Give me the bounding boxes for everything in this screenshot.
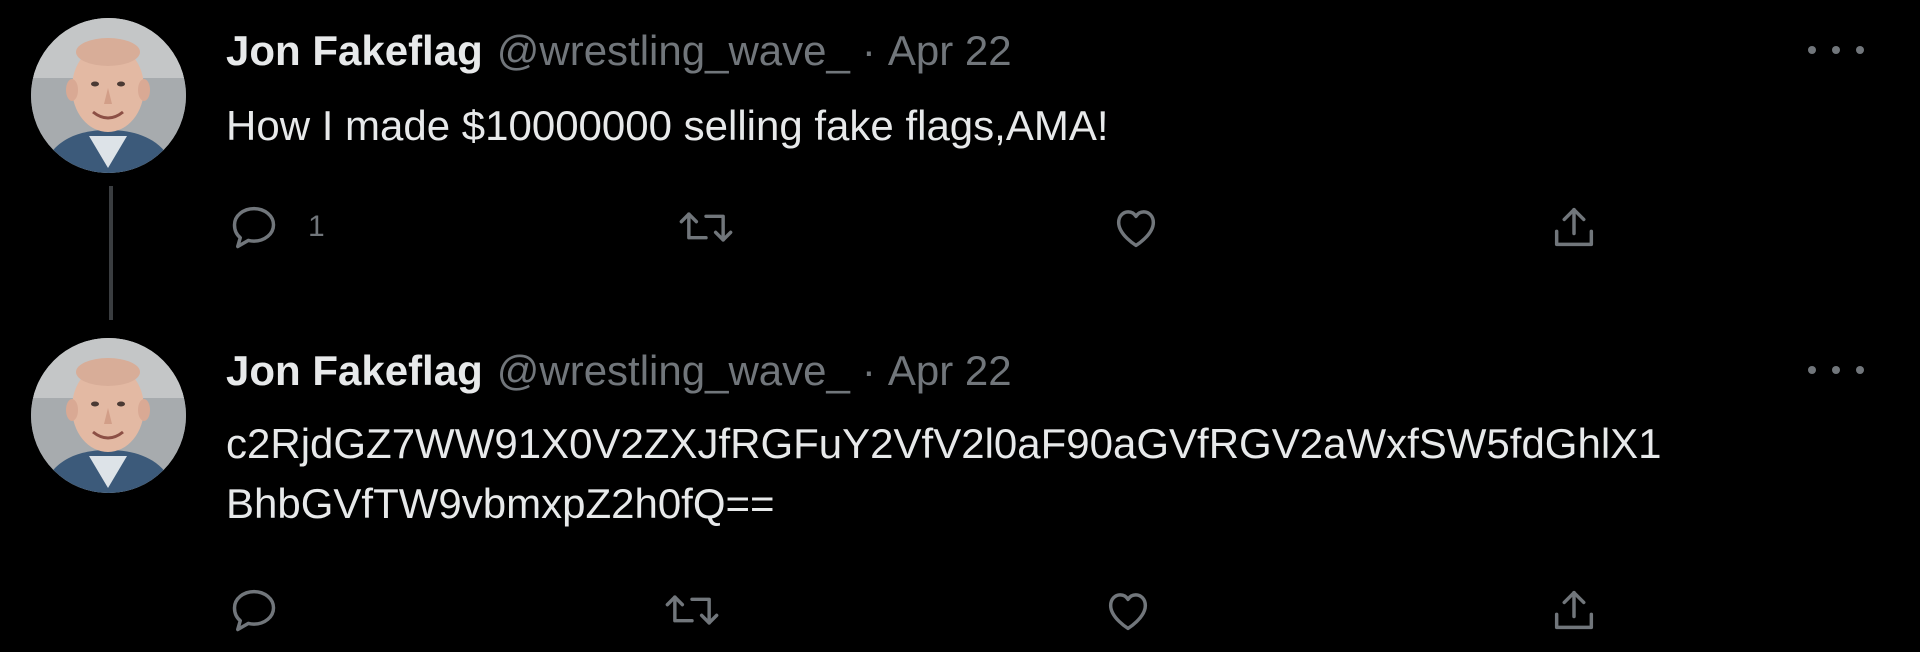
- tweet[interactable]: Jon Fakeflag @wrestling_wave_ · Apr 22 c…: [0, 320, 1920, 652]
- header-separator: ·: [861, 27, 876, 74]
- reply-button[interactable]: [228, 580, 308, 640]
- tweet-actions: [228, 580, 1648, 640]
- reply-button[interactable]: 1: [228, 197, 325, 257]
- author-handle[interactable]: @wrestling_wave_: [497, 344, 850, 398]
- more-dot: [1856, 46, 1864, 54]
- heart-icon: [1116, 210, 1156, 248]
- tweet-text: c2RjdGZ7WW91X0V2ZXJfRGFuY2VfV2l0aF90aGVf…: [226, 414, 1662, 534]
- tweet-text-line: How I made $10000000 selling fake flags,…: [226, 102, 1109, 149]
- tweet[interactable]: Jon Fakeflag @wrestling_wave_ · Apr 22 H…: [0, 0, 1920, 320]
- share-button[interactable]: [1548, 580, 1600, 640]
- avatar[interactable]: [31, 18, 186, 173]
- tweet-text: How I made $10000000 selling fake flags,…: [226, 96, 1109, 156]
- share-icon: [1554, 590, 1594, 630]
- avatar[interactable]: [31, 338, 186, 493]
- share-icon: [1554, 207, 1594, 247]
- author-handle[interactable]: @wrestling_wave_: [497, 24, 850, 78]
- retweet-icon: [665, 595, 719, 625]
- reply-icon: [232, 206, 276, 249]
- tweet-actions: 1: [228, 197, 1648, 257]
- author-name[interactable]: Jon Fakeflag: [226, 344, 483, 398]
- reply-count: 1: [308, 210, 325, 243]
- retweet-button[interactable]: [676, 197, 736, 257]
- more-dot: [1832, 366, 1840, 374]
- reply-icon: [232, 589, 276, 632]
- more-dot: [1808, 46, 1816, 54]
- more-dot: [1808, 366, 1816, 374]
- header-separator: ·: [861, 347, 876, 394]
- share-button[interactable]: [1548, 197, 1600, 257]
- tweet-text-line: c2RjdGZ7WW91X0V2ZXJfRGFuY2VfV2l0aF90aGVf…: [226, 420, 1662, 467]
- tweet-header: Jon Fakeflag @wrestling_wave_ · Apr 22: [226, 24, 1012, 78]
- like-button[interactable]: [1110, 197, 1162, 257]
- more-options-button[interactable]: [1808, 350, 1864, 390]
- more-dot: [1856, 366, 1864, 374]
- retweet-icon: [679, 212, 733, 242]
- avatar-photo: [31, 338, 186, 493]
- more-dot: [1832, 46, 1840, 54]
- tweet-text-line: BhbGVfTW9vbmxpZ2h0fQ==: [226, 480, 775, 527]
- heart-icon: [1108, 593, 1148, 631]
- retweet-button[interactable]: [662, 580, 722, 640]
- tweet-date[interactable]: Apr 22: [888, 24, 1012, 78]
- avatar-photo: [31, 18, 186, 173]
- tweet-header: Jon Fakeflag @wrestling_wave_ · Apr 22: [226, 344, 1012, 398]
- more-options-button[interactable]: [1808, 30, 1864, 70]
- like-button[interactable]: [1102, 580, 1154, 640]
- tweet-date[interactable]: Apr 22: [888, 344, 1012, 398]
- author-name[interactable]: Jon Fakeflag: [226, 24, 483, 78]
